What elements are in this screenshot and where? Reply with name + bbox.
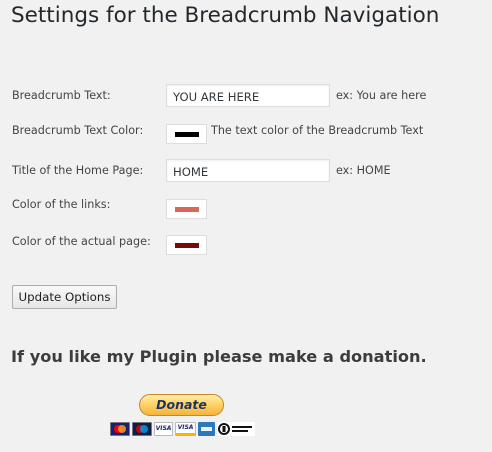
breadcrumb-text-input[interactable] xyxy=(166,84,330,107)
links-color-label: Color of the links: xyxy=(12,198,111,211)
home-title-label: Title of the Home Page: xyxy=(12,164,144,177)
donate-button[interactable]: Donate xyxy=(139,394,224,416)
breadcrumb-text-color-picker[interactable] xyxy=(166,124,207,144)
donation-heading: If you like my Plugin please make a dona… xyxy=(11,347,427,366)
breadcrumb-text-color-label: Breadcrumb Text Color: xyxy=(12,124,144,137)
page-title: Settings for the Breadcrumb Navigation xyxy=(11,3,440,28)
maestro-icon xyxy=(132,422,152,436)
actual-page-color-label: Color of the actual page: xyxy=(12,235,151,248)
visa-icon: VISA xyxy=(154,422,173,436)
home-title-input[interactable] xyxy=(166,159,330,182)
breadcrumb-text-color-hint: The text color of the Breadcrumb Text xyxy=(211,124,424,137)
breadcrumb-text-hint: ex: You are here xyxy=(336,89,427,102)
home-title-hint: ex: HOME xyxy=(336,164,391,177)
maestro-circles xyxy=(136,425,148,433)
actual-page-color-swatch xyxy=(175,243,199,248)
amex-mark xyxy=(201,427,212,431)
mastercard-circles xyxy=(114,425,126,433)
links-color-swatch xyxy=(175,207,199,212)
breadcrumb-text-label: Breadcrumb Text: xyxy=(12,89,111,102)
breadcrumb-text-color-swatch xyxy=(175,132,199,137)
visa-electron-icon: VISA xyxy=(175,422,196,436)
direct-debit-mark xyxy=(218,423,252,435)
direct-debit-icon xyxy=(217,422,255,436)
mastercard-icon xyxy=(110,422,130,436)
american-express-icon xyxy=(198,422,215,436)
links-color-picker[interactable] xyxy=(166,199,207,219)
actual-page-color-picker[interactable] xyxy=(166,235,207,255)
update-options-button[interactable]: Update Options xyxy=(12,285,117,309)
